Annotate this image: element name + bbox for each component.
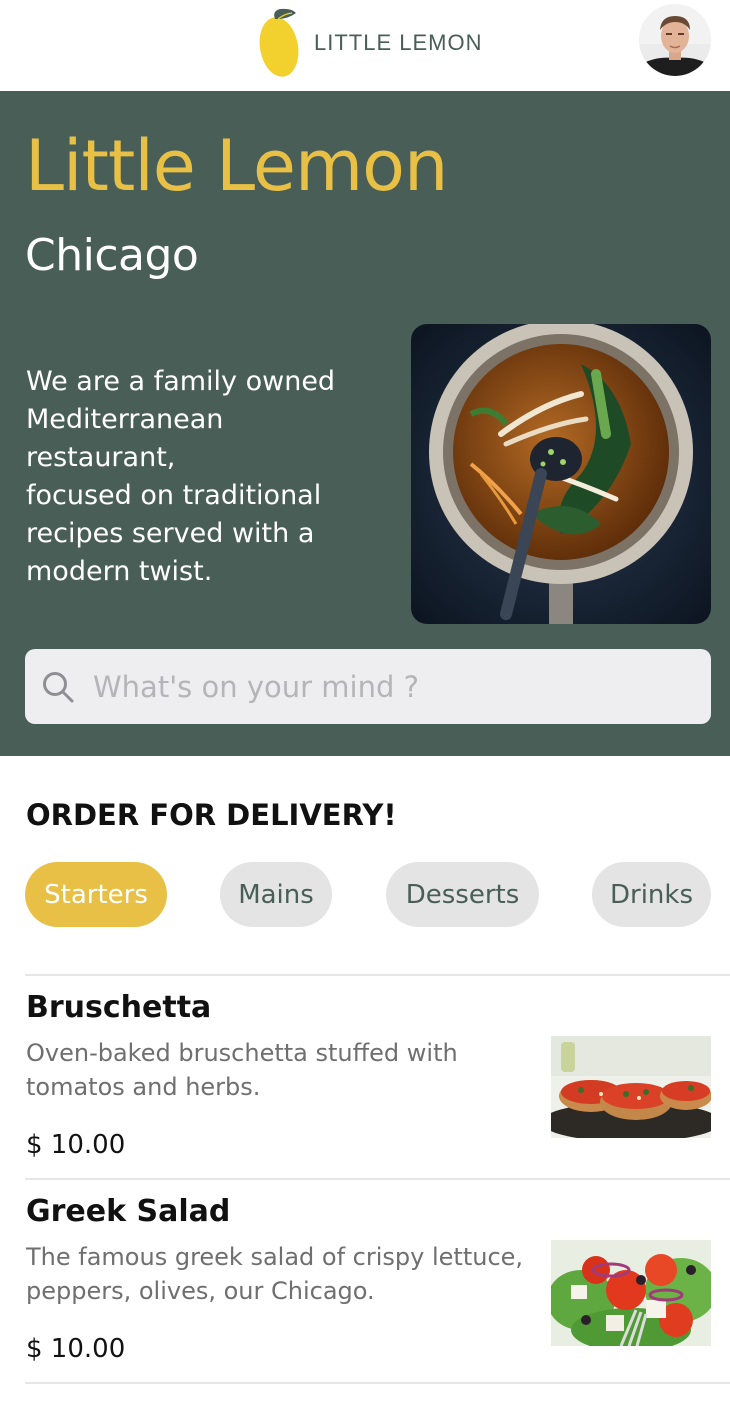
hero-city: Chicago	[25, 230, 199, 281]
category-chip-mains[interactable]: Mains	[220, 862, 332, 927]
lemon-icon	[259, 8, 299, 77]
profile-avatar[interactable]	[639, 4, 711, 76]
hero-food-image	[411, 324, 711, 624]
menu-item-image-bruschetta	[551, 1036, 711, 1138]
category-chip-drinks[interactable]: Drinks	[592, 862, 711, 927]
menu-item-price: $ 10.00	[26, 1130, 126, 1160]
menu-item-name: Greek Salad	[26, 1194, 231, 1229]
search-bar[interactable]	[25, 649, 711, 724]
hero-description: We are a family owned Mediterranean rest…	[26, 366, 336, 587]
app-header: LITTLE LEMON	[0, 0, 730, 91]
menu-item-price: $ 10.00	[26, 1334, 126, 1364]
divider	[25, 1382, 730, 1384]
search-input[interactable]	[91, 668, 681, 705]
menu-item-name: Bruschetta	[26, 990, 212, 1025]
category-chip-starters[interactable]: Starters	[25, 862, 167, 927]
search-icon	[43, 671, 74, 702]
category-chip-desserts[interactable]: Desserts	[386, 862, 539, 927]
brand-logo[interactable]: LITTLE LEMON	[258, 6, 482, 80]
hero-banner: Little Lemon Chicago We are a family own…	[0, 91, 730, 756]
delivery-heading: ORDER FOR DELIVERY!	[26, 798, 397, 832]
menu-item-image-greek-salad	[551, 1240, 711, 1346]
menu-item-description: The famous greek salad of crispy lettuce…	[26, 1243, 524, 1305]
hero-title: Little Lemon	[25, 125, 448, 207]
menu-item-description: Oven-baked bruschetta stuffed with tomat…	[26, 1039, 458, 1101]
divider	[25, 1178, 730, 1180]
divider	[25, 974, 730, 976]
brand-name: LITTLE LEMON	[314, 30, 483, 55]
